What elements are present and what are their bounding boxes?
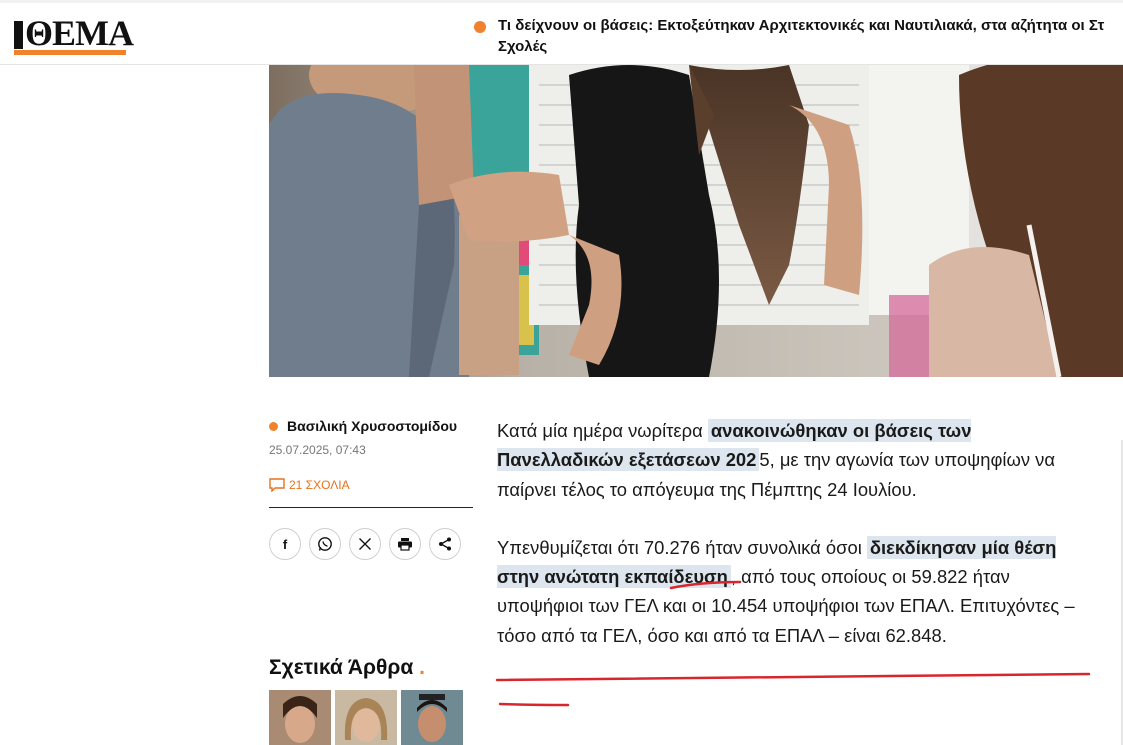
site-logo[interactable]: ΘΕΜΑ [14,15,134,55]
logo-underline-bar [14,50,126,55]
related-thumb-1[interactable] [269,690,331,745]
related-title-dot: . [419,656,425,679]
print-button[interactable] [389,528,421,560]
related-articles-heading: Σχετικά Άρθρα . [269,654,425,682]
author-dot-icon [269,422,278,431]
hero-image [269,65,1123,377]
share-button[interactable] [429,528,461,560]
related-thumb-3[interactable] [401,690,463,745]
candidates-number: 70.276 [643,536,701,558]
paragraph-2: Υπενθυμίζεται ότι 70.276 ήταν συνολικά ό… [497,535,1075,646]
site-header: ΘΕΜΑ Τι δείχνουν οι βάσεις: Εκτοξεύτηκαν… [0,0,1123,65]
publish-date: 25.07.2025, 07:43 [269,443,366,457]
share-icon [439,537,451,551]
print-icon [398,538,412,551]
ticker-line-1: Τι δείχνουν οι βάσεις: Εκτοξεύτηκαν Αρχι… [498,17,1105,34]
comments-count: 21 ΣΧΟΛΙΑ [289,478,350,492]
ticker-dot-icon [474,21,486,33]
comments-link[interactable]: 21 ΣΧΟΛΙΑ [269,478,350,492]
x-icon [359,538,371,550]
whatsapp-icon [318,537,332,551]
related-title-text: Σχετικά Άρθρα [269,656,414,679]
ticker-headline[interactable]: Τι δείχνουν οι βάσεις: Εκτοξεύτηκαν Αρχι… [498,15,1123,57]
article-body: Κατά μία ημέρα νωρίτερα ανακοινώθηκαν οι… [497,416,1097,679]
comment-icon [269,478,285,492]
paragraph-1: Κατά μία ημέρα νωρίτερα ανακοινώθηκαν οι… [497,419,1055,500]
facebook-share-button[interactable]: f [269,528,301,560]
related-thumbnails [269,690,463,745]
whatsapp-share-button[interactable] [309,528,341,560]
logo-small-tag [14,21,23,49]
author-name[interactable]: Βασιλική Χρυσοστομίδου [287,416,457,436]
ticker-line-2: Σχολές [498,38,548,55]
related-thumb-2[interactable] [335,690,397,745]
share-buttons: f [269,528,461,560]
x-share-button[interactable] [349,528,381,560]
facebook-icon: f [282,536,288,552]
logo-wordmark: ΘΕΜΑ [25,13,134,53]
meta-divider [269,507,473,508]
